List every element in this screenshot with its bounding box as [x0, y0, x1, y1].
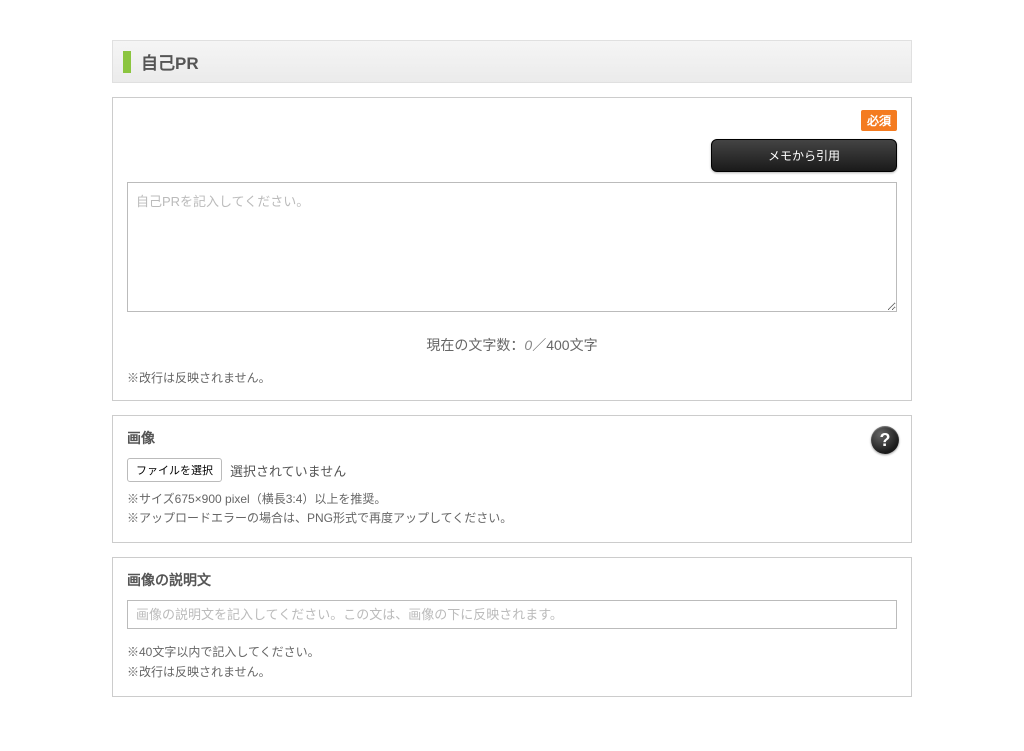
image-note-upload: ※アップロードエラーの場合は、PNG形式で再度アップしてください。: [127, 509, 897, 528]
header-accent-bar: [123, 51, 131, 73]
char-count: 現在の文字数：0／400文字: [127, 335, 897, 355]
section-title: 自己PR: [141, 49, 199, 74]
char-count-suffix: ／400文字: [532, 337, 597, 353]
char-count-prefix: 現在の文字数：: [426, 337, 524, 353]
help-icon[interactable]: ?: [871, 426, 899, 454]
image-panel-label: 画像: [127, 428, 897, 448]
image-note-size: ※サイズ675×900 pixel（横長3:4）以上を推奨。: [127, 490, 897, 509]
required-badge: 必須: [861, 110, 897, 131]
image-panel: 画像 ? ファイルを選択 選択されていません ※サイズ675×900 pixel…: [112, 415, 912, 543]
pr-note-newline: ※改行は反映されません。: [127, 369, 897, 386]
quote-button-row: メモから引用: [127, 139, 897, 172]
pr-textarea[interactable]: [127, 182, 897, 312]
quote-from-memo-button[interactable]: メモから引用: [711, 139, 897, 172]
caption-panel: 画像の説明文 ※40文字以内で記入してください。 ※改行は反映されません。: [112, 557, 912, 696]
file-status: 選択されていません: [230, 461, 346, 480]
caption-input[interactable]: [127, 600, 897, 629]
file-select-button[interactable]: ファイルを選択: [127, 458, 222, 482]
pr-panel: 必須 メモから引用 現在の文字数：0／400文字 ※改行は反映されません。: [112, 97, 912, 401]
caption-note-limit: ※40文字以内で記入してください。: [127, 643, 897, 662]
file-row: ファイルを選択 選択されていません: [127, 458, 897, 482]
caption-panel-label: 画像の説明文: [127, 570, 897, 590]
section-header: 自己PR: [112, 40, 912, 83]
required-row: 必須: [127, 110, 897, 131]
caption-note-newline: ※改行は反映されません。: [127, 663, 897, 682]
